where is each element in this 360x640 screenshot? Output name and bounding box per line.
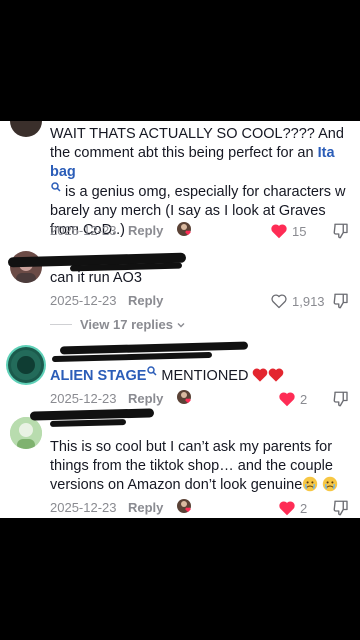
crying-face-emoji <box>303 476 318 492</box>
like-count: 2 <box>300 391 308 407</box>
red-heart-emoji <box>253 368 268 382</box>
search-icon <box>147 366 157 376</box>
like-count: 1,913 <box>292 293 325 309</box>
like-count: 15 <box>292 223 307 239</box>
avatar[interactable] <box>10 121 42 137</box>
comment-meta: 2025-12-23 Reply 15 <box>50 221 350 241</box>
like-button[interactable]: 1,913 <box>270 291 325 311</box>
creator-liked-icon <box>177 390 191 404</box>
comment-date: 2025-12-23 <box>50 223 117 238</box>
view-replies-label: View 17 replies <box>80 317 173 332</box>
comment-date: 2025-12-23 <box>50 391 117 406</box>
reply-button[interactable]: Reply <box>128 293 163 308</box>
creator-liked-icon <box>177 222 191 236</box>
avatar[interactable] <box>8 347 44 383</box>
redaction-scribble <box>29 408 155 421</box>
red-heart-emoji <box>269 368 284 382</box>
avatar[interactable] <box>10 417 42 449</box>
reply-button[interactable]: Reply <box>128 223 163 238</box>
dislike-icon[interactable] <box>332 390 350 408</box>
heart-filled-icon <box>279 392 295 407</box>
reply-button[interactable]: Reply <box>128 500 163 515</box>
dislike-icon[interactable] <box>332 499 350 517</box>
like-count: 2 <box>300 500 308 516</box>
like-button[interactable]: 2 <box>278 498 307 518</box>
view-replies-button[interactable]: View 17 replies <box>50 317 186 332</box>
comment-date: 2025-12-23 <box>50 293 117 308</box>
reply-button[interactable]: Reply <box>128 391 163 406</box>
dislike-icon[interactable] <box>332 222 350 240</box>
crying-face-emoji <box>323 476 338 492</box>
comments-panel: WAIT THATS ACTUALLY SO COOL???? And the … <box>0 121 360 518</box>
comment-text: ALIEN STAGE MENTIONED <box>50 366 350 386</box>
heart-outline-icon <box>271 294 287 309</box>
comment-meta: 2025-12-23 Reply 1,913 <box>50 291 350 311</box>
comment-text: can it run AO3 <box>50 270 142 286</box>
redaction-scribble <box>49 419 127 427</box>
comment-meta: 2025-12-23 Reply 2 <box>50 389 350 409</box>
comment-meta: 2025-12-23 Reply 2 <box>50 498 350 518</box>
heart-filled-icon <box>271 224 287 239</box>
heart-filled-icon <box>279 501 295 516</box>
chevron-down-icon <box>177 322 185 327</box>
dislike-icon[interactable] <box>332 292 350 310</box>
like-button[interactable]: 15 <box>270 221 306 241</box>
like-button[interactable]: 2 <box>278 389 307 409</box>
divider <box>50 324 72 325</box>
search-icon <box>51 182 61 192</box>
creator-liked-icon <box>177 499 191 513</box>
alien-stage-link[interactable]: ALIEN STAGE <box>50 368 146 384</box>
comment-date: 2025-12-23 <box>50 500 117 515</box>
comment-text: This is so cool but I can’t ask my paren… <box>50 438 350 495</box>
